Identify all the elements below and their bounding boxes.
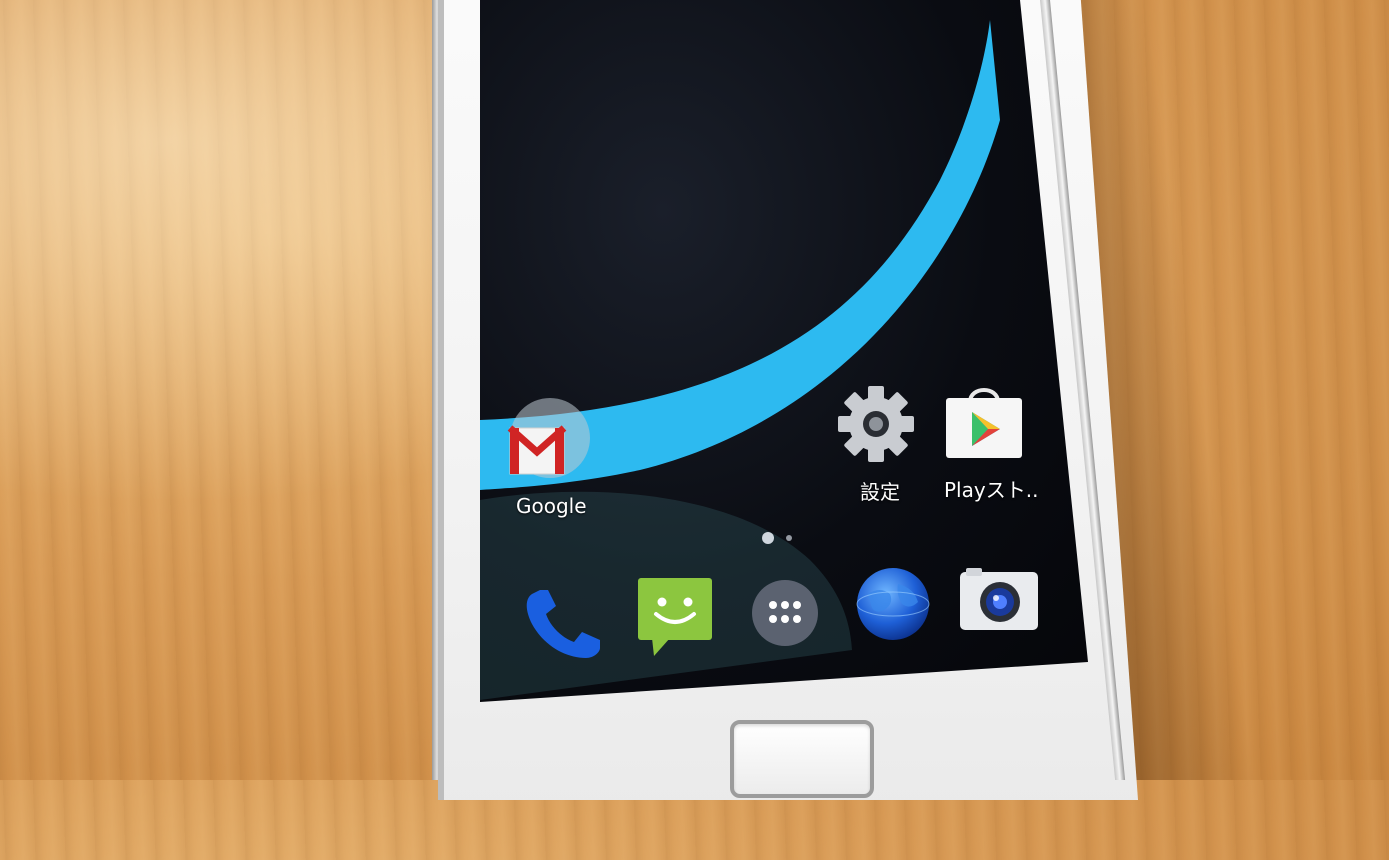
camera-app[interactable] — [958, 566, 1040, 632]
gmail-icon — [507, 425, 567, 475]
home-button[interactable] — [730, 720, 874, 798]
phone-app[interactable] — [522, 588, 604, 660]
play-store-app-label: Playスト.. — [944, 478, 1039, 502]
app-drawer-icon — [752, 580, 818, 646]
app-drawer-button[interactable] — [750, 578, 820, 648]
globe-icon — [856, 568, 930, 640]
google-folder[interactable] — [506, 396, 592, 482]
page-indicator-dot — [786, 535, 792, 541]
settings-app[interactable] — [836, 384, 916, 464]
browser-app[interactable] — [854, 564, 932, 644]
play-store-app[interactable] — [942, 380, 1026, 464]
settings-app-label: 設定 — [860, 480, 900, 504]
phone-icon — [526, 590, 600, 658]
gear-icon — [838, 386, 914, 462]
page-indicator-dot-active — [762, 532, 774, 544]
messaging-app[interactable] — [636, 576, 714, 658]
play-store-icon — [946, 388, 1022, 458]
messaging-icon — [638, 578, 712, 656]
camera-icon — [960, 568, 1038, 630]
google-folder-label: Google — [516, 494, 587, 518]
